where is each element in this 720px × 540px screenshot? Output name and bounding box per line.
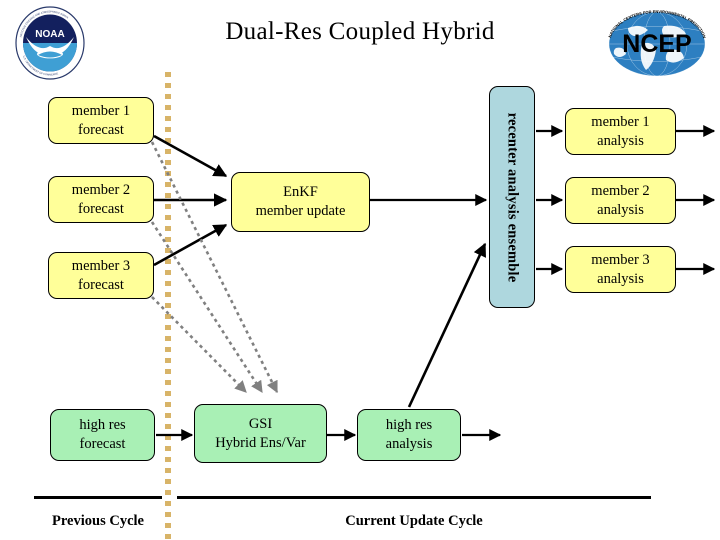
ncep-logo: NCEP NATIONAL CENTERS FOR ENVIRONMENTAL … [598,4,716,80]
slide-canvas: NOAA NATIONAL OCEANIC AND ATMOSPHERIC AD… [0,0,720,540]
member1-analysis-line2: analysis [597,132,644,149]
enkf-line1: EnKF [283,184,318,201]
member3-forecast-line1: member 3 [71,257,131,274]
box-highres-analysis[interactable]: high res analysis [357,409,461,461]
enkf-line2: member update [255,203,346,219]
box-member2-analysis[interactable]: member 2 analysis [565,177,676,224]
member2-forecast-line2: forecast [78,200,124,217]
member1-forecast-line2: forecast [78,121,124,138]
highres-forecast-line2: forecast [79,436,126,452]
arrow-member3-forecast-to-gsi [151,296,247,393]
member3-analysis-line2: analysis [597,270,644,287]
arrow-member1-forecast-to-enkf [153,134,228,178]
arrow-member3-forecast-to-enkf [153,223,228,267]
box-enkf-member-update[interactable]: EnKF member update [231,172,370,232]
member2-analysis-line2: analysis [597,201,644,218]
member1-analysis-line1: member 1 [591,113,650,130]
member1-forecast-line1: member 1 [71,102,131,119]
current-cycle-label: Current Update Cycle [345,513,483,529]
previous-cycle-label: Previous Cycle [52,513,144,529]
current-cycle-rule [177,496,651,499]
slide-title: Dual-Res Coupled Hybrid [225,18,495,45]
gsi-line2: Hybrid Ens/Var [215,434,306,451]
box-member3-analysis[interactable]: member 3 analysis [565,246,676,293]
member3-forecast-line2: forecast [78,276,124,293]
noaa-logo: NOAA NATIONAL OCEANIC AND ATMOSPHERIC AD… [14,6,86,80]
highres-analysis-line1: high res [385,417,433,434]
member2-forecast-line1: member 2 [71,181,131,198]
highres-forecast-line1: high res [79,417,126,434]
gsi-line1: GSI [248,415,273,432]
box-member1-analysis[interactable]: member 1 analysis [565,108,676,155]
noaa-logo-text: NOAA [35,29,64,40]
arrow-member2-forecast-to-gsi [150,221,264,394]
box-highres-forecast[interactable]: high res forecast [50,409,155,461]
member2-analysis-line1: member 2 [591,182,650,199]
previous-cycle-rule [34,496,162,499]
box-member1-forecast[interactable]: member 1 forecast [48,97,154,144]
box-recenter-analysis-ensemble[interactable]: recenter analysis ensemble [489,86,535,308]
box-gsi-hybrid-ensvar[interactable]: GSI Hybrid Ens/Var [194,404,327,463]
box-member3-forecast[interactable]: member 3 forecast [48,252,154,299]
member3-analysis-line1: member 3 [591,251,650,268]
highres-analysis-line2: analysis [385,436,433,452]
arrow-highres-analysis-to-recenter [407,242,487,408]
ncep-logo-text: NCEP [622,30,691,58]
box-member2-forecast[interactable]: member 2 forecast [48,176,154,223]
recenter-label: recenter analysis ensemble [504,112,521,282]
